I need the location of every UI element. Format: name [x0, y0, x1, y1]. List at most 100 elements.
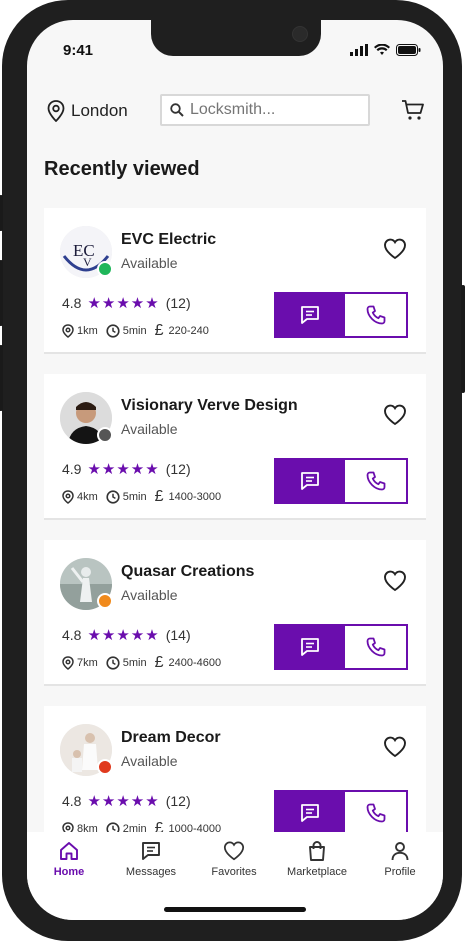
- search-box[interactable]: [160, 94, 370, 126]
- chat-icon: [300, 638, 319, 656]
- provider-name[interactable]: Visionary Verve Design: [121, 397, 298, 415]
- provider-name[interactable]: EVC Electric: [121, 231, 216, 249]
- volume-down-button: [0, 345, 3, 411]
- message-icon: [140, 840, 162, 862]
- tab-label: Home: [53, 866, 85, 878]
- pound-icon: £: [154, 488, 164, 505]
- pound-icon: £: [154, 322, 164, 339]
- person-icon: [389, 840, 411, 862]
- meta-row: 1km 5min £ 220-240: [62, 322, 244, 340]
- eta-value: 5min: [122, 325, 147, 337]
- provider-card[interactable]: Quasar Creations Available 4.8 ★★★★★ (14…: [44, 540, 426, 686]
- tab-messages[interactable]: Messages: [111, 840, 191, 878]
- chat-icon: [300, 472, 319, 490]
- review-count: (12): [165, 461, 191, 477]
- status-bar: 9:41: [27, 42, 443, 64]
- eta-value: 5min: [122, 657, 147, 669]
- location-pin-icon: [62, 656, 74, 670]
- call-button[interactable]: [343, 294, 406, 336]
- call-button[interactable]: [343, 626, 406, 668]
- signal-icon: [350, 44, 368, 56]
- message-button[interactable]: [276, 626, 343, 668]
- review-count: (12): [165, 295, 191, 311]
- provider-name[interactable]: Quasar Creations: [121, 563, 254, 581]
- call-button[interactable]: [343, 460, 406, 502]
- meta-row: 8km 2min £ 1000-4000: [62, 820, 244, 832]
- contact-actions: [274, 458, 408, 504]
- rating-row: 4.8 ★★★★★ (12): [62, 792, 191, 810]
- distance: 7km: [62, 656, 98, 670]
- favorite-heart-icon[interactable]: [383, 570, 407, 592]
- status-dot: [97, 427, 113, 443]
- pound-icon: £: [154, 654, 164, 671]
- message-button[interactable]: [276, 460, 343, 502]
- search-input[interactable]: [190, 101, 360, 119]
- status-dot: [97, 759, 113, 775]
- review-count: (12): [165, 793, 191, 809]
- status-time: 9:41: [63, 42, 94, 59]
- cart-icon[interactable]: [401, 98, 425, 122]
- section-title: Recently viewed: [44, 158, 200, 180]
- rating-row: 4.9 ★★★★★ (12): [62, 460, 191, 478]
- price-value: 220-240: [168, 325, 209, 337]
- message-button[interactable]: [276, 294, 343, 336]
- chat-icon: [300, 306, 319, 324]
- location-pin-icon: [62, 490, 74, 504]
- tab-label: Profile: [384, 866, 416, 878]
- availability-status: Available: [121, 753, 178, 769]
- distance-value: 1km: [77, 325, 98, 337]
- search-icon: [170, 103, 184, 117]
- price: £ 1000-4000: [155, 820, 222, 832]
- clock-icon: [106, 822, 120, 832]
- price: £ 220-240: [155, 322, 209, 340]
- clock-icon: [106, 656, 120, 670]
- contact-actions: [274, 790, 408, 832]
- rating-value: 4.8: [62, 295, 82, 311]
- favorite-heart-icon[interactable]: [383, 404, 407, 426]
- distance: 1km: [62, 324, 98, 338]
- clock-icon: [106, 490, 120, 504]
- availability-status: Available: [121, 421, 178, 437]
- svg-text:V: V: [83, 255, 92, 269]
- tab-home[interactable]: Home: [29, 840, 109, 878]
- price-value: 1000-4000: [168, 823, 222, 832]
- price-value: 2400-4600: [168, 657, 222, 669]
- eta: 5min: [106, 656, 147, 670]
- rating-value: 4.9: [62, 461, 82, 477]
- location-pin-icon: [62, 822, 74, 832]
- call-button[interactable]: [343, 792, 406, 832]
- review-count: (14): [165, 627, 191, 643]
- phone-icon: [366, 471, 385, 491]
- phone-icon: [366, 637, 385, 657]
- star-icons: ★★★★★: [87, 295, 160, 312]
- eta: 5min: [106, 324, 147, 338]
- location-selector[interactable]: London: [47, 100, 128, 122]
- tab-marketplace[interactable]: Marketplace: [277, 840, 357, 878]
- location-pin-icon: [62, 324, 74, 338]
- price-value: 1400-3000: [168, 491, 222, 503]
- tab-profile[interactable]: Profile: [360, 840, 440, 878]
- provider-card[interactable]: Dream Decor Available 4.8 ★★★★★ (12) 8km…: [44, 706, 426, 832]
- message-button[interactable]: [276, 792, 343, 832]
- star-icons: ★★★★★: [87, 627, 160, 644]
- home-indicator: [164, 907, 306, 912]
- heart-icon: [223, 840, 245, 862]
- provider-name[interactable]: Dream Decor: [121, 729, 221, 747]
- availability-status: Available: [121, 587, 178, 603]
- tab-favorites[interactable]: Favorites: [194, 840, 274, 878]
- provider-card[interactable]: EC V EVC Electric Available 4.8 ★★★★★ (12…: [44, 208, 426, 354]
- eta: 5min: [106, 490, 147, 504]
- star-icons: ★★★★★: [87, 461, 160, 478]
- volume-up-button: [0, 260, 3, 326]
- phone-frame: 9:41 London Recently viewed ECV EVC Elec…: [0, 0, 465, 941]
- power-button: [461, 285, 465, 393]
- favorite-heart-icon[interactable]: [383, 238, 407, 260]
- provider-list[interactable]: EC V EVC Electric Available 4.8 ★★★★★ (12…: [44, 208, 426, 832]
- meta-row: 4km 5min £ 1400-3000: [62, 488, 244, 506]
- rating-row: 4.8 ★★★★★ (14): [62, 626, 191, 644]
- provider-card[interactable]: Visionary Verve Design Available 4.9 ★★★…: [44, 374, 426, 520]
- header: London: [27, 94, 443, 130]
- distance: 4km: [62, 490, 98, 504]
- favorite-heart-icon[interactable]: [383, 736, 407, 758]
- phone-icon: [366, 803, 385, 823]
